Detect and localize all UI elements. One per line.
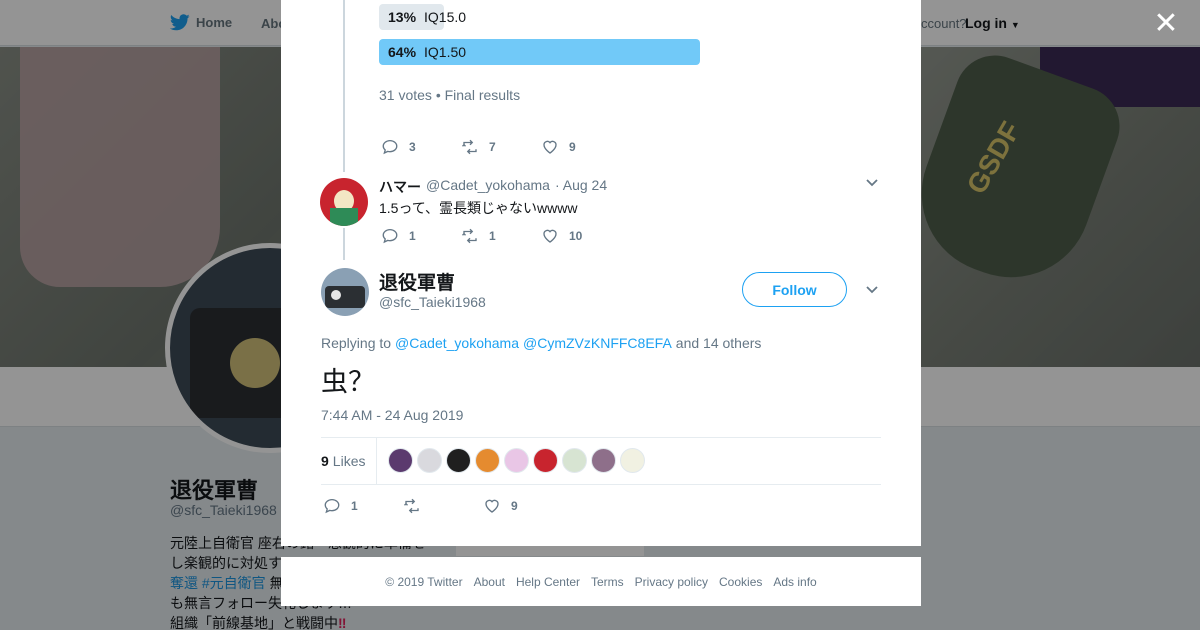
avatar-shape xyxy=(330,208,358,226)
footer-link-privacy-policy[interactable]: Privacy policy xyxy=(635,575,708,589)
footer-link-about[interactable]: About xyxy=(474,575,505,589)
like-button[interactable]: 9 xyxy=(541,138,621,156)
chevron-down-icon[interactable] xyxy=(865,176,879,195)
tweet-actions: 1 9 xyxy=(323,497,563,515)
like-button[interactable]: 10 xyxy=(541,227,621,245)
main-tweet-display-name[interactable]: 退役軍曹 xyxy=(379,268,455,295)
poll-percent: 64% xyxy=(388,44,417,60)
liker-avatar[interactable] xyxy=(446,448,471,473)
liker-avatar[interactable] xyxy=(620,448,645,473)
footer-link-terms[interactable]: Terms xyxy=(591,575,624,589)
likes-number: 9 xyxy=(321,453,329,469)
reply-button[interactable]: 3 xyxy=(381,138,461,156)
reply-header: ハマー @Cadet_yokohama · Aug 24 xyxy=(379,177,607,197)
likes-label: Likes xyxy=(332,453,366,469)
likers-avatars xyxy=(388,448,645,473)
reply-avatar[interactable] xyxy=(320,178,368,226)
heart-icon xyxy=(543,140,557,154)
retweet-button[interactable]: 1 xyxy=(461,227,541,245)
liker-avatar[interactable] xyxy=(504,448,529,473)
retweet-button[interactable]: 7 xyxy=(461,138,541,156)
chevron-down-icon[interactable] xyxy=(865,283,879,302)
liker-avatar[interactable] xyxy=(417,448,442,473)
like-count: 9 xyxy=(569,140,576,154)
main-tweet-text: 虫？ xyxy=(321,367,375,397)
tweet-modal: 13% IQ15.0 64% IQ1.50 31 votes • Final r… xyxy=(281,0,921,546)
liker-avatar[interactable] xyxy=(388,448,413,473)
replying-to: Replying to @Cadet_yokohama @CymZVzKNFFC… xyxy=(321,335,761,351)
liker-avatar[interactable] xyxy=(475,448,500,473)
poll-meta: 31 votes • Final results xyxy=(379,87,521,103)
reply-button[interactable]: 1 xyxy=(323,497,403,515)
replying-user-link[interactable]: @Cadet_yokohama xyxy=(395,335,519,351)
reply-button[interactable]: 1 xyxy=(381,227,461,245)
tweet-actions: 1 1 10 xyxy=(381,227,621,245)
modal-footer: © 2019 Twitter About Help Center Terms Priv… xyxy=(281,557,921,606)
like-count: 10 xyxy=(569,229,583,243)
retweet-icon xyxy=(462,228,477,244)
heart-icon xyxy=(543,229,557,243)
thread-line xyxy=(343,0,345,172)
poll-label: IQ15.0 xyxy=(424,9,467,25)
poll-label: IQ1.50 xyxy=(424,44,467,60)
replying-others-link[interactable]: and 14 others xyxy=(676,335,762,351)
reply-count: 1 xyxy=(409,229,416,243)
reply-count: 1 xyxy=(351,499,358,513)
reply-text: 1.5って、霊長類じゃないwwww xyxy=(379,200,578,216)
reply-icon xyxy=(324,498,340,514)
reply-date[interactable]: · Aug 24 xyxy=(555,177,607,197)
poll-option-winner: 64% IQ1.50 xyxy=(379,39,701,65)
thread-line xyxy=(343,228,345,260)
retweet-icon xyxy=(404,498,419,514)
footer-link-cookies[interactable]: Cookies xyxy=(719,575,762,589)
main-tweet-handle[interactable]: @sfc_Taieki1968 xyxy=(379,294,486,310)
retweet-icon xyxy=(462,139,477,155)
heart-icon xyxy=(485,499,499,513)
reply-handle[interactable]: @Cadet_yokohama xyxy=(426,177,550,197)
divider xyxy=(321,437,881,438)
reply-count: 3 xyxy=(409,140,416,154)
poll-option: 13% IQ15.0 xyxy=(379,4,466,30)
divider xyxy=(321,484,881,485)
main-tweet-timestamp[interactable]: 7:44 AM - 24 Aug 2019 xyxy=(321,407,463,423)
like-count: 9 xyxy=(511,499,518,513)
footer-copyright: © 2019 Twitter xyxy=(385,574,463,589)
retweet-count: 1 xyxy=(489,229,496,243)
liker-avatar[interactable] xyxy=(562,448,587,473)
replying-prefix: Replying to xyxy=(321,335,392,351)
liker-avatar[interactable] xyxy=(533,448,558,473)
reply-icon xyxy=(382,228,398,244)
reply-display-name[interactable]: ハマー xyxy=(379,177,421,197)
replying-user-link[interactable]: @CymZVzKNFFC8EFA xyxy=(523,335,672,351)
poll-percent: 13% xyxy=(388,9,417,25)
main-tweet-avatar[interactable] xyxy=(321,268,369,316)
footer-link-ads-info[interactable]: Ads info xyxy=(773,575,816,589)
avatar-shape xyxy=(331,290,341,300)
like-button[interactable]: 9 xyxy=(483,497,563,515)
tweet-actions: 3 7 9 xyxy=(381,138,621,156)
footer-link-help-center[interactable]: Help Center xyxy=(516,575,580,589)
retweet-button[interactable] xyxy=(403,497,483,515)
liker-avatar[interactable] xyxy=(591,448,616,473)
reply-icon xyxy=(382,139,398,155)
retweet-count: 7 xyxy=(489,140,496,154)
follow-button[interactable]: Follow xyxy=(742,272,847,307)
likes-count-link[interactable]: 9 Likes xyxy=(321,438,377,484)
close-icon[interactable]: ✕ xyxy=(1152,9,1180,39)
